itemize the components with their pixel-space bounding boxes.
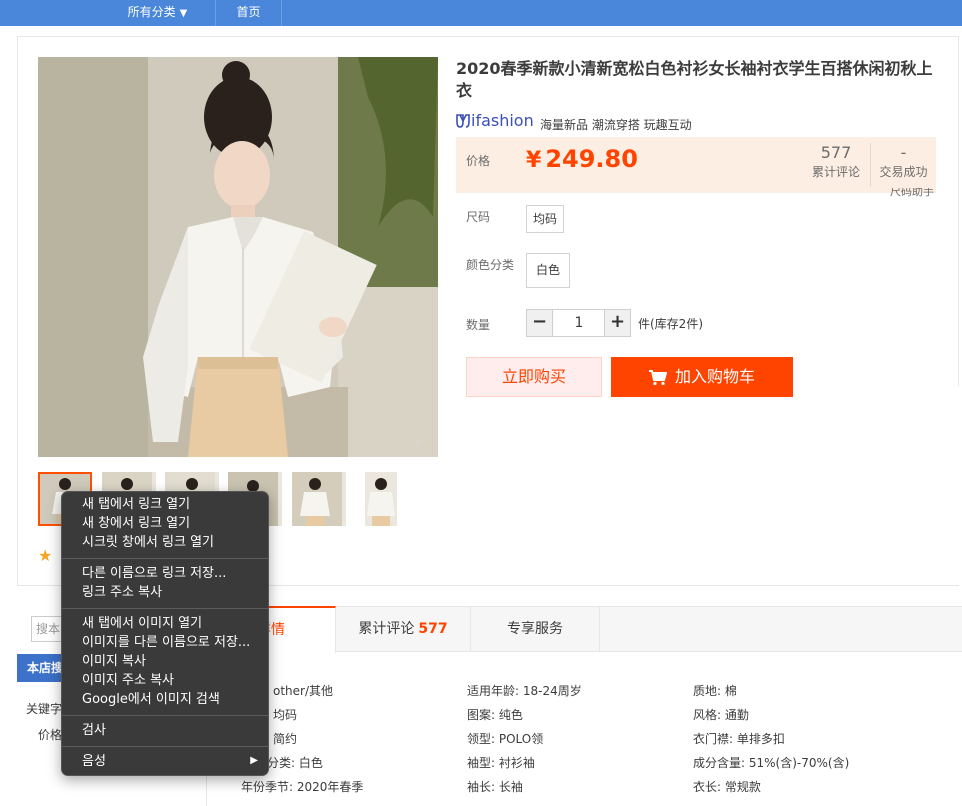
menu-separator: [62, 608, 268, 609]
color-label: 颜色分类: [466, 258, 515, 272]
menu-copy-link-address[interactable]: 링크 주소 복사: [82, 584, 162, 602]
attribute-item: 领型: POLO领: [467, 732, 544, 746]
attribute-item: 袖型: 衬衫袖: [467, 756, 535, 770]
quantity-label: 数量: [466, 318, 491, 332]
context-menu: 새 탭에서 링크 열기 새 창에서 링크 열기 시크릿 창에서 링크 열기 다른…: [61, 491, 269, 776]
main-product-image[interactable]: [38, 57, 438, 457]
sidebar-price-label: 价格: [38, 728, 63, 742]
color-option[interactable]: 白色: [526, 253, 570, 288]
caret-down-icon: ▼: [179, 8, 188, 19]
price-value: ¥249.80: [526, 145, 638, 173]
reviews-count: 577: [820, 143, 852, 162]
add-to-cart-button[interactable]: 加入购物车: [611, 357, 793, 397]
reviews-label: 累计评论: [811, 165, 860, 179]
favorite-star-icon[interactable]: ★: [38, 546, 52, 565]
menu-copy-image[interactable]: 이미지 복사: [82, 653, 146, 671]
product-title: 2020春季新款小清新宽松白色衬衫女长袖衬衣学生百搭休闲初秋上衣: [456, 59, 933, 100]
menu-separator: [62, 558, 268, 559]
price-amount: 249.80: [545, 145, 638, 173]
size-option[interactable]: 均码: [526, 205, 564, 233]
attribute-item: 分类: 白色: [267, 756, 323, 770]
submenu-arrow-icon: ▶: [250, 755, 258, 766]
attribute-item: 衣长: 常规款: [693, 780, 761, 794]
menu-search-image-google[interactable]: Google에서 이미지 검색: [82, 691, 220, 709]
keyword-label: 关键字: [26, 702, 63, 716]
attribute-item: 图案: 纯色: [467, 708, 523, 722]
deals-stat: - 交易成功: [870, 143, 936, 187]
attribute-item: other/其他: [273, 684, 334, 698]
tab-reviews[interactable]: 累计评论 577: [336, 607, 471, 652]
thumbnail-6[interactable]: [355, 472, 409, 526]
menu-copy-image-address[interactable]: 이미지 주소 복사: [82, 672, 174, 690]
deals-label: 交易成功: [879, 165, 928, 179]
brand-tagline: 海量新品 潮流穿搭 玩趣互动: [540, 118, 692, 132]
menu-open-link-new-window[interactable]: 새 창에서 링크 열기: [82, 515, 190, 533]
buy-now-button[interactable]: 立即购买: [466, 357, 602, 397]
quantity-input[interactable]: 1: [554, 310, 604, 336]
menu-speech[interactable]: 음성: [82, 753, 106, 771]
thumbnail-5[interactable]: [292, 472, 346, 526]
menu-inspect[interactable]: 검사: [82, 722, 106, 740]
add-to-cart-label: 加入购物车: [674, 367, 755, 386]
attribute-item: 适用年龄: 18-24周岁: [467, 684, 582, 698]
ifashion-wordmark: ifashion: [471, 111, 534, 130]
size-helper-link[interactable]: 尺码助手: [890, 188, 936, 198]
attribute-item: 袖长: 长袖: [467, 780, 523, 794]
attribute-item: 均码: [273, 708, 298, 722]
nav-all-categories-label: 所有分类: [127, 5, 176, 19]
reviews-stat[interactable]: 577 累计评论: [806, 143, 866, 181]
quantity-increase-button[interactable]: +: [604, 310, 630, 336]
zoom-icon[interactable]: ⌕: [414, 433, 432, 451]
menu-open-image-new-tab[interactable]: 새 탭에서 이미지 열기: [82, 615, 202, 633]
quantity-stepper: − 1 +: [526, 309, 631, 337]
menu-separator: [62, 746, 268, 747]
attribute-item: 成分含量: 51%(含)-70%(含): [693, 756, 850, 770]
tab-reviews-count: 577: [418, 621, 448, 637]
price-box: 价格 ¥249.80 577 累计评论 - 交易成功: [456, 137, 936, 193]
attribute-item: 年份季节: 2020年春季: [241, 780, 364, 794]
tab-reviews-label: 累计评论: [358, 621, 415, 637]
product-photo: [38, 57, 438, 457]
stock-info: 件(库存2件): [638, 317, 703, 331]
menu-save-link-as[interactable]: 다른 이름으로 링크 저장...: [82, 565, 226, 583]
nav-home[interactable]: 首页: [215, 0, 282, 26]
top-nav-bar: 所有分类 ▼ 首页: [0, 0, 962, 26]
attribute-item: 简约: [273, 732, 298, 746]
deals-count: -: [900, 143, 907, 162]
size-label: 尺码: [466, 210, 491, 224]
detail-tabs: 详情 累计评论 577 专享服务: [207, 606, 962, 653]
menu-open-link-new-tab[interactable]: 새 탭에서 링크 열기: [82, 496, 190, 514]
currency-symbol: ¥: [526, 148, 542, 173]
attribute-item: 质地: 棉: [693, 684, 737, 698]
nav-all-categories[interactable]: 所有分类 ▼: [100, 0, 215, 26]
menu-separator: [62, 715, 268, 716]
attribute-item: 风格: 通勤: [693, 708, 749, 722]
attribute-item: 衣门襟: 单排多扣: [693, 732, 785, 746]
price-label: 价格: [466, 154, 491, 168]
menu-open-link-incognito[interactable]: 시크릿 창에서 링크 열기: [82, 534, 214, 552]
right-edge-panel: [958, 36, 962, 386]
tab-service[interactable]: 专享服务: [471, 607, 600, 652]
cart-icon: [648, 369, 667, 385]
menu-save-image-as[interactable]: 이미지를 다른 이름으로 저장...: [82, 634, 250, 652]
quantity-decrease-button[interactable]: −: [527, 310, 553, 336]
